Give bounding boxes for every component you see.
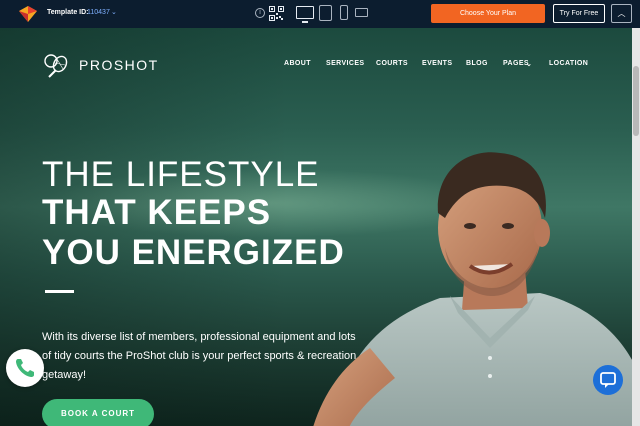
headline-divider: [45, 290, 74, 293]
template-id-value[interactable]: 110437: [87, 9, 110, 16]
info-icon[interactable]: i: [255, 8, 265, 18]
call-button[interactable]: [6, 349, 44, 387]
chat-icon: [600, 372, 616, 388]
chat-button[interactable]: [593, 365, 623, 395]
nav-services[interactable]: SERVICES: [326, 60, 364, 67]
choose-plan-button[interactable]: Choose Your Plan: [431, 4, 545, 23]
nav-blog[interactable]: BLOG: [466, 60, 488, 67]
desktop-view-icon[interactable]: [296, 6, 314, 23]
brand-name[interactable]: PROSHOT: [79, 57, 159, 73]
template-toolbar: Template ID: 110437 ⌄ i Choose Your Plan…: [0, 0, 640, 28]
chevron-up-icon: ︿: [617, 9, 626, 18]
collapse-toolbar-button[interactable]: ︿: [611, 4, 632, 23]
chevron-down-icon[interactable]: ⌄: [526, 60, 532, 68]
nav-courts[interactable]: COURTS: [376, 60, 408, 67]
brand-logo-icon[interactable]: [42, 53, 70, 79]
hero-headline-line1: THE LIFESTYLE: [42, 155, 320, 194]
nav-location[interactable]: LOCATION: [549, 60, 588, 67]
try-free-button[interactable]: Try For Free: [553, 4, 605, 23]
page-scrollbar[interactable]: [632, 28, 640, 426]
scrollbar-thumb[interactable]: [633, 66, 639, 136]
mobile-view-icon[interactable]: [340, 5, 348, 20]
landscape-view-icon[interactable]: [355, 8, 368, 17]
hero-description: With its diverse list of members, profes…: [42, 331, 357, 381]
nav-about[interactable]: ABOUT: [284, 60, 311, 67]
template-id-label: Template ID:: [47, 9, 89, 16]
chevron-down-icon[interactable]: ⌄: [111, 8, 117, 16]
book-court-button[interactable]: BOOK A COURT: [42, 399, 154, 426]
phone-icon: [16, 359, 34, 377]
hero-headline-line3: YOU ENERGIZED: [42, 233, 345, 272]
template-logo-icon[interactable]: [18, 5, 38, 23]
hero-headline-line2: THAT KEEPS: [42, 193, 272, 232]
tablet-view-icon[interactable]: [319, 5, 332, 21]
qr-code-icon[interactable]: [269, 6, 284, 21]
nav-events[interactable]: EVENTS: [422, 60, 452, 67]
